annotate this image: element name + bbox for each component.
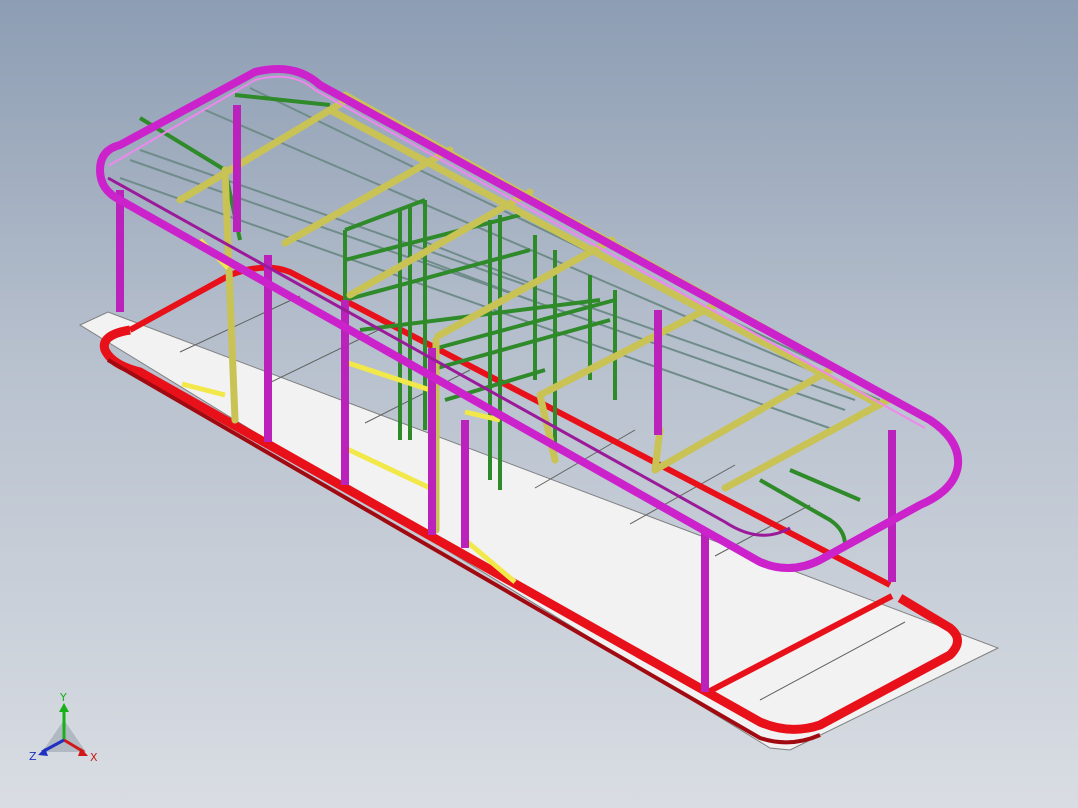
y-axis-label: Y [59,691,67,704]
graphics-viewport[interactable]: Y X Z [0,0,1078,808]
z-axis-label: Z [29,750,37,763]
y-axis-arrow-icon [59,703,69,712]
orientation-triad: Y X Z [29,691,98,764]
x-axis-label: X [90,751,98,764]
3d-model-view[interactable] [0,0,1078,808]
